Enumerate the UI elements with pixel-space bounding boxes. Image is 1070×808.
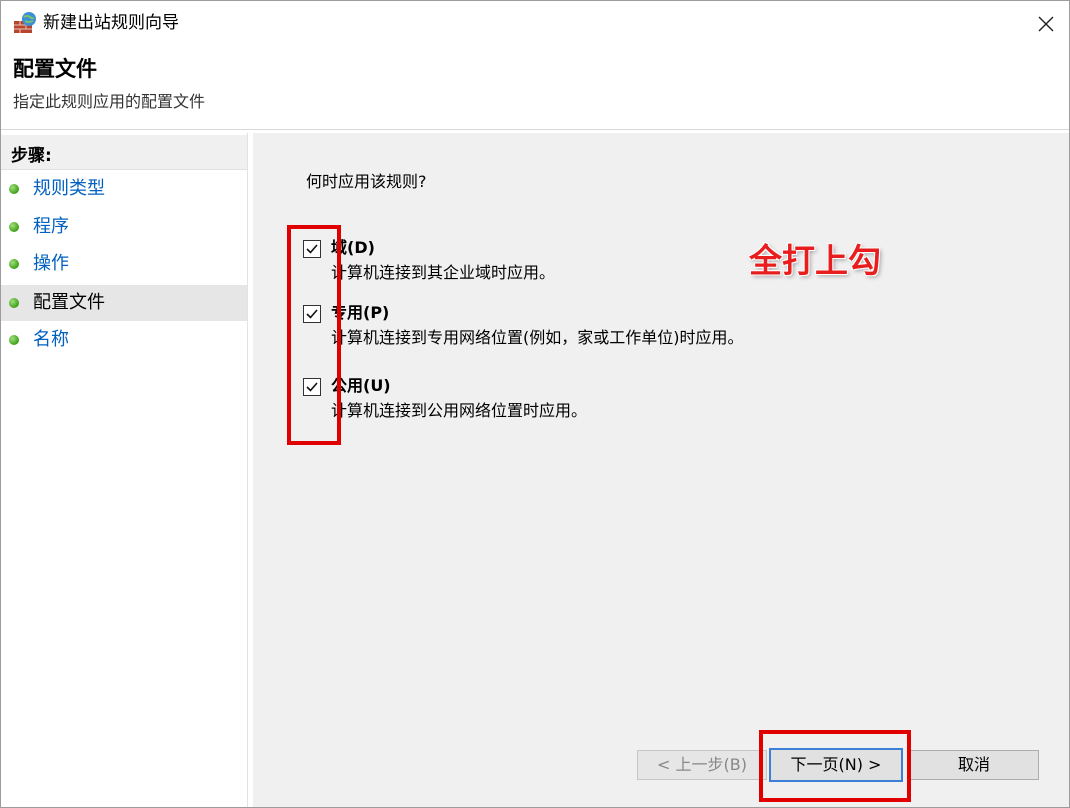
green-dot-icon	[9, 222, 19, 232]
public-description: 计算机连接到公用网络位置时应用。	[331, 401, 588, 420]
checkmark-icon	[306, 382, 318, 392]
green-dot-icon	[9, 184, 19, 194]
sidebar-item-label: 名称	[33, 329, 69, 350]
page-title: 配置文件	[13, 57, 97, 81]
domain-label[interactable]: 域(D)	[331, 237, 375, 259]
next-button[interactable]: 下一页(N) >	[769, 748, 903, 782]
domain-description: 计算机连接到其企业域时应用。	[331, 263, 556, 282]
green-dot-icon	[9, 259, 19, 269]
sidebar-item-label: 操作	[33, 253, 69, 274]
wizard-window: 新建出站规则向导 配置文件 指定此规则应用的配置文件 步骤: 规则类型 程序 操…	[0, 0, 1070, 808]
steps-header: 步骤:	[1, 135, 247, 170]
sidebar-item-rule-type[interactable]: 规则类型	[1, 171, 247, 207]
sidebar-item-name[interactable]: 名称	[1, 322, 247, 358]
annotation-text: 全打上勾	[749, 241, 881, 280]
option-private: 专用(P) 计算机连接到专用网络位置(例如，家或工作单位)时应用。	[303, 302, 1023, 355]
close-icon	[1038, 16, 1054, 32]
sidebar-item-profile[interactable]: 配置文件	[1, 285, 247, 321]
back-button[interactable]: < 上一步(B)	[637, 750, 767, 780]
sidebar-item-label: 程序	[33, 216, 69, 237]
green-dot-icon	[9, 335, 19, 345]
checkmark-icon	[306, 244, 318, 254]
checkmark-icon	[306, 309, 318, 319]
private-label[interactable]: 专用(P)	[331, 302, 389, 324]
private-description: 计算机连接到专用网络位置(例如，家或工作单位)时应用。	[331, 328, 744, 347]
question-text: 何时应用该规则?	[306, 172, 427, 191]
sidebar-item-label: 规则类型	[33, 178, 105, 199]
cancel-button[interactable]: 取消	[909, 750, 1039, 780]
steps-label: 步骤:	[11, 146, 52, 166]
option-public: 公用(U) 计算机连接到公用网络位置时应用。	[303, 375, 1023, 428]
public-checkbox[interactable]	[303, 378, 321, 396]
sidebar-item-label: 配置文件	[33, 292, 105, 313]
header-divider	[1, 129, 1069, 130]
green-dot-icon	[9, 298, 19, 308]
main-content: 何时应用该规则? 域(D) 计算机连接到其企业域时应用。 专用(P) 计算机连接…	[253, 133, 1069, 807]
title-bar: 新建出站规则向导	[1, 1, 1069, 45]
public-label[interactable]: 公用(U)	[331, 375, 391, 397]
page-subtitle: 指定此规则应用的配置文件	[13, 92, 206, 111]
domain-checkbox[interactable]	[303, 240, 321, 258]
steps-sidebar: 步骤: 规则类型 程序 操作 配置文件 名称	[1, 133, 248, 807]
private-checkbox[interactable]	[303, 305, 321, 323]
sidebar-item-program[interactable]: 程序	[1, 209, 247, 245]
sidebar-item-action[interactable]: 操作	[1, 246, 247, 282]
firewall-icon	[13, 11, 37, 35]
close-button[interactable]	[1027, 5, 1063, 41]
option-domain: 域(D) 计算机连接到其企业域时应用。	[303, 237, 1023, 290]
window-title: 新建出站规则向导	[43, 13, 179, 33]
